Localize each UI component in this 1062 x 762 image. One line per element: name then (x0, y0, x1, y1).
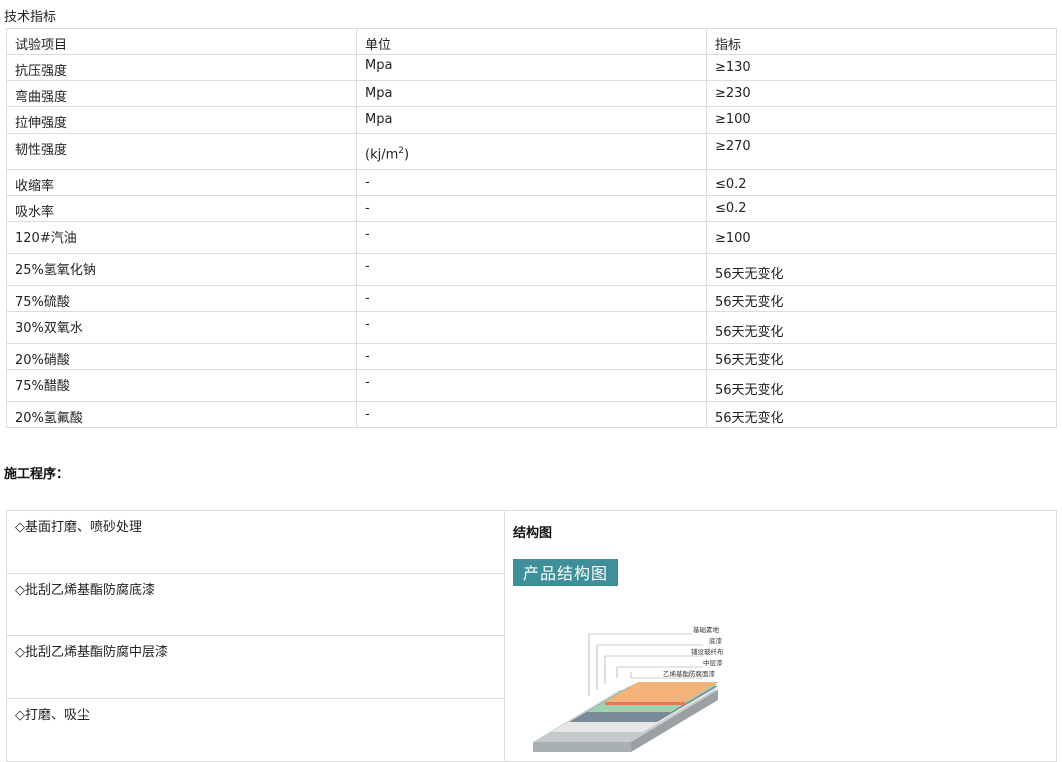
cell-unit: - (356, 369, 707, 402)
cell-item: 20%硝酸 (6, 343, 357, 370)
table-row: 20%硝酸 - 56天无变化 (6, 343, 1057, 370)
header-value: 指标 (706, 28, 1057, 55)
table-row: 拉伸强度 Mpa ≥100 (6, 106, 1057, 134)
cell-unit: - (356, 311, 707, 344)
cell-unit: - (356, 221, 707, 254)
cell-item: 120#汽油 (6, 221, 357, 254)
cell-unit: - (356, 169, 707, 196)
cell-value: 56天无变化 (706, 311, 1057, 344)
header-unit: 单位 (356, 28, 707, 55)
cell-value: ≥270 (706, 133, 1057, 170)
table-row: 收缩率 - ≤0.2 (6, 169, 1057, 196)
table-header-row: 试验项目 单位 指标 (6, 28, 1057, 55)
header-item: 试验项目 (6, 28, 357, 55)
layer-label: 底漆 (709, 636, 723, 645)
cell-value: ≥230 (706, 80, 1057, 107)
cell-value: ≥100 (706, 221, 1057, 254)
cell-unit: - (356, 253, 707, 286)
cell-item: 吸水率 (6, 195, 357, 222)
cell-item: 抗压强度 (6, 54, 357, 81)
cell-unit: - (356, 343, 707, 370)
table-row: 75%醋酸 - 56天无变化 (6, 369, 1057, 402)
cell-item: 弯曲强度 (6, 80, 357, 107)
structure-banner: 产品结构图 (513, 559, 619, 586)
unit-base: (kj/m (365, 147, 399, 163)
table-row: 抗压强度 Mpa ≥130 (6, 54, 1057, 81)
table-row: 75%硫酸 - 56天无变化 (6, 285, 1057, 312)
structure-diagram: 基础素地 底漆 铺设玻纤布 中层漆 乙烯基酯防腐面漆 (513, 592, 1048, 756)
cell-value: ≥100 (706, 106, 1057, 134)
cell-item: 25%氢氧化钠 (6, 253, 357, 286)
table-row: 20%氢氟酸 - 56天无变化 (6, 401, 1057, 428)
cell-value: 56天无变化 (706, 343, 1057, 370)
cell-unit: - (356, 285, 707, 312)
layer-label: 乙烯基酯防腐面漆 (663, 669, 716, 678)
layer-label: 铺设玻纤布 (691, 647, 724, 656)
table-row: 韧性强度 (kj/m2) ≥270 (6, 133, 1057, 170)
procedure-step: ◇打磨、吸尘 (6, 697, 505, 762)
cell-unit: (kj/m2) (356, 133, 707, 170)
cell-value: 56天无变化 (706, 253, 1057, 286)
cell-item: 收缩率 (6, 169, 357, 196)
cell-item: 韧性强度 (6, 133, 357, 170)
table-row: 30%双氧水 - 56天无变化 (6, 311, 1057, 344)
layer-label: 中层漆 (703, 658, 723, 667)
table-row: 25%氢氧化钠 - 56天无变化 (6, 253, 1057, 286)
procedure-step: ◇批刮乙烯基酯防腐中层漆 (6, 635, 505, 699)
procedure-table: ◇基面打磨、喷砂处理 结构图 产品结构图 基础素地 底漆 铺设玻纤布 中层漆 乙… (6, 509, 1057, 762)
layer-structure-illustration: 基础素地 底漆 铺设玻纤布 中层漆 乙烯基酯防腐面漆 (533, 625, 724, 752)
cell-unit: Mpa (356, 54, 707, 81)
cell-item: 75%硫酸 (6, 285, 357, 312)
cell-item: 20%氢氟酸 (6, 401, 357, 428)
spec-section-title: 技术指标 (4, 10, 57, 25)
structure-cell: 结构图 产品结构图 基础素地 底漆 铺设玻纤布 中层漆 乙烯基酯防腐面漆 (504, 510, 1057, 762)
cell-item: 75%醋酸 (6, 369, 357, 402)
layer-label: 基础素地 (693, 625, 720, 634)
cell-value: 56天无变化 (706, 401, 1057, 428)
table-row: 吸水率 - ≤0.2 (6, 195, 1057, 222)
unit-suffix: ) (404, 147, 410, 163)
cell-unit: Mpa (356, 80, 707, 107)
cell-unit: Mpa (356, 106, 707, 134)
procedure-step: ◇批刮乙烯基酯防腐底漆 (6, 573, 505, 637)
cell-item: 拉伸强度 (6, 106, 357, 134)
cell-item: 30%双氧水 (6, 311, 357, 344)
table-row: 120#汽油 - ≥100 (6, 221, 1057, 254)
cell-value: 56天无变化 (706, 285, 1057, 312)
cell-unit: - (356, 195, 707, 222)
procedure-step: ◇基面打磨、喷砂处理 (6, 509, 505, 575)
table-row: 弯曲强度 Mpa ≥230 (6, 80, 1057, 107)
cell-value: ≤0.2 (706, 169, 1057, 196)
cell-value: ≥130 (706, 54, 1057, 81)
cell-value: 56天无变化 (706, 369, 1057, 402)
cell-value: ≤0.2 (706, 195, 1057, 222)
spec-table: 试验项目 单位 指标 抗压强度 Mpa ≥130 弯曲强度 Mpa ≥230 拉… (6, 28, 1057, 428)
procedure-title: 施工程序： (4, 467, 70, 482)
cell-unit: - (356, 401, 707, 428)
structure-title: 结构图 (513, 526, 553, 541)
